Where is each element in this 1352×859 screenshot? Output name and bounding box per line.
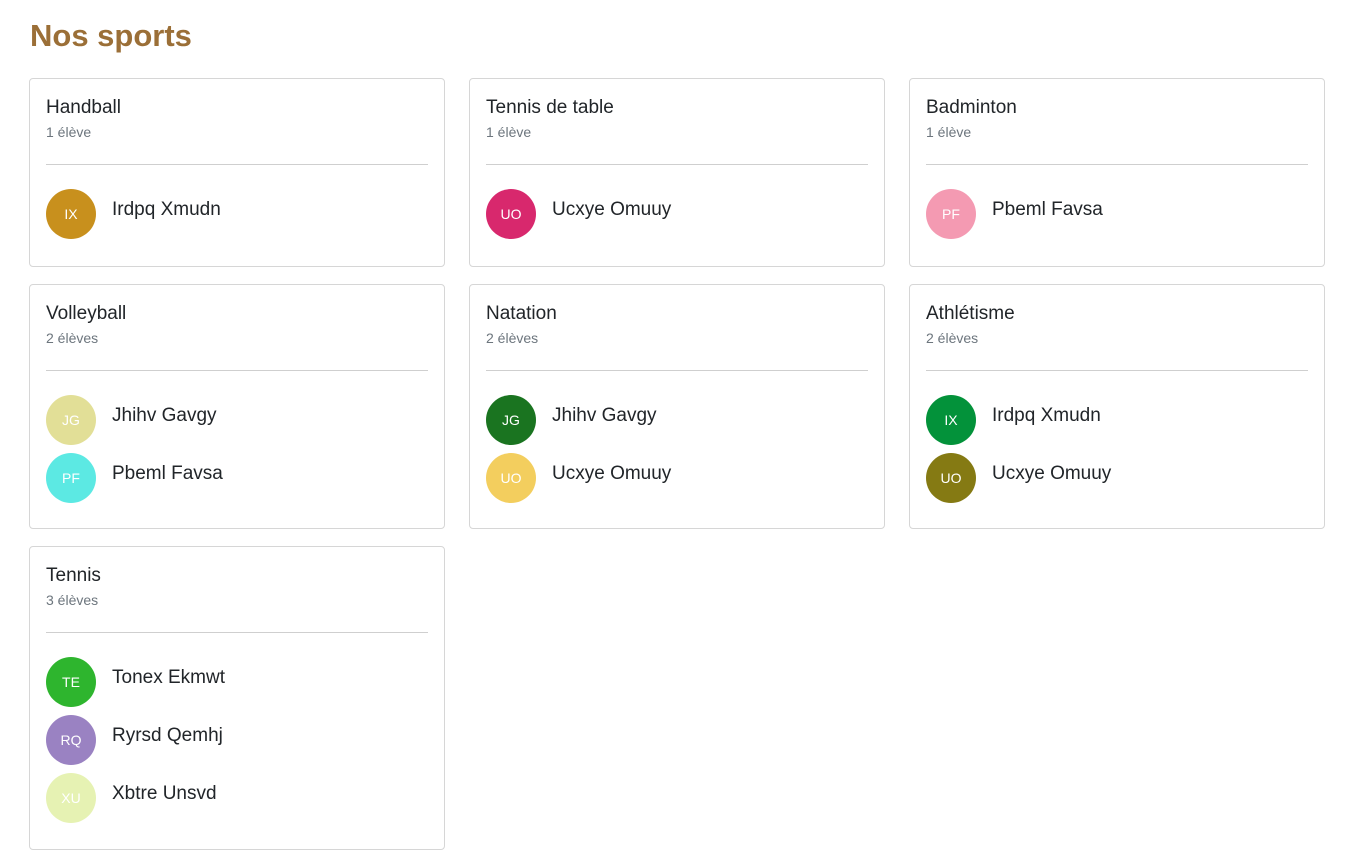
avatar: UO bbox=[486, 453, 536, 503]
student-item: UO Ucxye Omuuy bbox=[926, 453, 1308, 503]
sport-name: Volleyball bbox=[46, 303, 127, 324]
student-item: PF Pbeml Favsa bbox=[46, 453, 428, 503]
card-divider bbox=[46, 632, 428, 633]
avatar: TE bbox=[46, 657, 96, 707]
student-name: Ucxye Omuuy bbox=[552, 463, 672, 484]
student-item: JG Jhihv Gavgy bbox=[486, 395, 868, 445]
sport-card-handball: Handball 1 élève IX Irdpq Xmudn bbox=[29, 78, 445, 267]
avatar: PF bbox=[926, 189, 976, 239]
student-count: 1 élève bbox=[926, 124, 972, 140]
card-divider bbox=[926, 370, 1308, 371]
student-name: Pbeml Favsa bbox=[112, 463, 223, 484]
avatar: RQ bbox=[46, 715, 96, 765]
card-divider bbox=[926, 164, 1308, 165]
sport-card-tennis-de-table: Tennis de table 1 élève UO Ucxye Omuuy bbox=[469, 78, 885, 267]
student-count: 2 élèves bbox=[926, 330, 979, 346]
sport-card-natation: Natation 2 élèves JG Jhihv Gavgy UO Ucxy… bbox=[469, 284, 885, 529]
student-count: 1 élève bbox=[46, 124, 92, 140]
student-name: Ucxye Omuuy bbox=[992, 463, 1112, 484]
student-name: Pbeml Favsa bbox=[992, 199, 1103, 220]
student-name: Irdpq Xmudn bbox=[112, 199, 221, 220]
student-name: Ryrsd Qemhj bbox=[112, 725, 223, 746]
sport-name: Athlétisme bbox=[926, 303, 1015, 324]
sport-card-volleyball: Volleyball 2 élèves JG Jhihv Gavgy PF Pb… bbox=[29, 284, 445, 529]
avatar: JG bbox=[46, 395, 96, 445]
student-item: JG Jhihv Gavgy bbox=[46, 395, 428, 445]
card-divider bbox=[486, 370, 868, 371]
sport-card-badminton: Badminton 1 élève PF Pbeml Favsa bbox=[909, 78, 1325, 267]
sport-card-athletisme: Athlétisme 2 élèves IX Irdpq Xmudn UO Uc… bbox=[909, 284, 1325, 529]
sport-name: Natation bbox=[486, 303, 557, 324]
avatar: IX bbox=[926, 395, 976, 445]
student-name: Irdpq Xmudn bbox=[992, 405, 1101, 426]
avatar: UO bbox=[926, 453, 976, 503]
student-item: IX Irdpq Xmudn bbox=[46, 189, 428, 239]
student-item: XU Xbtre Unsvd bbox=[46, 773, 428, 823]
student-count: 2 élèves bbox=[486, 330, 539, 346]
student-item: IX Irdpq Xmudn bbox=[926, 395, 1308, 445]
sport-name: Tennis bbox=[46, 565, 101, 586]
student-item: TE Tonex Ekmwt bbox=[46, 657, 428, 707]
student-name: Ucxye Omuuy bbox=[552, 199, 672, 220]
student-count: 2 élèves bbox=[46, 330, 99, 346]
avatar: XU bbox=[46, 773, 96, 823]
sport-name: Handball bbox=[46, 97, 121, 118]
sport-name: Tennis de table bbox=[486, 97, 614, 118]
sport-name: Badminton bbox=[926, 97, 1017, 118]
student-count: 1 élève bbox=[486, 124, 532, 140]
student-count: 3 élèves bbox=[46, 592, 99, 608]
avatar: JG bbox=[486, 395, 536, 445]
student-item: UO Ucxye Omuuy bbox=[486, 453, 868, 503]
student-item: RQ Ryrsd Qemhj bbox=[46, 715, 428, 765]
page-title: Nos sports bbox=[30, 18, 192, 53]
card-divider bbox=[46, 164, 428, 165]
card-divider bbox=[486, 164, 868, 165]
student-item: UO Ucxye Omuuy bbox=[486, 189, 868, 239]
student-name: Xbtre Unsvd bbox=[112, 783, 217, 804]
student-name: Jhihv Gavgy bbox=[552, 405, 657, 426]
card-divider bbox=[46, 370, 428, 371]
student-name: Jhihv Gavgy bbox=[112, 405, 217, 426]
avatar: IX bbox=[46, 189, 96, 239]
avatar: UO bbox=[486, 189, 536, 239]
sport-card-tennis: Tennis 3 élèves TE Tonex Ekmwt RQ Ryrsd … bbox=[29, 546, 445, 850]
student-item: PF Pbeml Favsa bbox=[926, 189, 1308, 239]
sports-grid: Handball 1 élève IX Irdpq Xmudn Tennis d… bbox=[29, 78, 1325, 850]
avatar: PF bbox=[46, 453, 96, 503]
student-name: Tonex Ekmwt bbox=[112, 667, 225, 688]
